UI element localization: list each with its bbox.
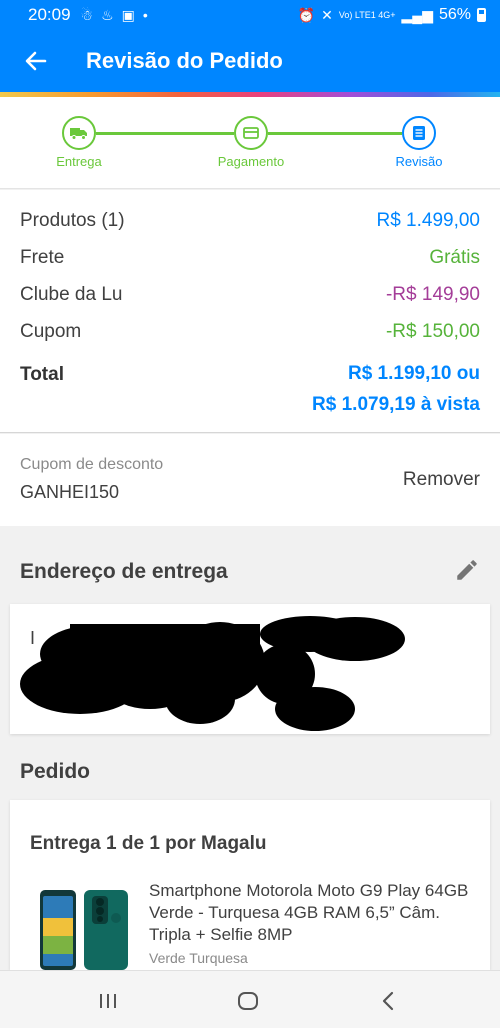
status-time: 20:09 xyxy=(28,5,71,24)
document-icon xyxy=(413,126,425,140)
notification-icon: ♨ xyxy=(101,6,114,23)
remove-coupon-button[interactable]: Remover xyxy=(403,469,480,491)
total-label: Total xyxy=(20,364,64,385)
network-label: Vo) LTE1 4G+ xyxy=(338,10,396,20)
mute-icon: ✕ xyxy=(321,6,333,23)
coupon-value: -R$ 150,00 xyxy=(385,321,480,342)
nav-back-icon[interactable] xyxy=(374,987,402,1015)
address-card[interactable]: I xyxy=(10,604,490,734)
step-review[interactable] xyxy=(402,116,436,150)
shipping-label: Frete xyxy=(20,247,65,268)
status-bar: 20:09 ☃ ♨ ▣ • ⏰ ✕ Vo) LTE1 4G+ ▂▄▆ 56% xyxy=(0,0,500,30)
step-connector xyxy=(96,132,234,135)
step-connector xyxy=(268,132,402,135)
top-bar: 20:09 ☃ ♨ ▣ • ⏰ ✕ Vo) LTE1 4G+ ▂▄▆ 56% R… xyxy=(0,0,500,96)
summary-row-shipping: Frete Grátis xyxy=(20,247,480,284)
club-value: -R$ 149,90 xyxy=(385,284,480,305)
shipping-value: Grátis xyxy=(429,247,480,268)
battery-icon xyxy=(477,8,486,22)
notification-dot-icon: • xyxy=(142,6,148,23)
step-label-delivery: Entrega xyxy=(56,154,102,169)
total-cash: R$ 1.079,19 à vista xyxy=(312,394,480,415)
signal-icon: ▂▄▆ xyxy=(401,6,433,23)
products-label: Produtos (1) xyxy=(20,210,125,231)
pencil-icon[interactable] xyxy=(454,557,480,583)
summary-row-coupon: Cupom -R$ 150,00 xyxy=(20,321,480,358)
step-label-review: Revisão xyxy=(395,154,443,169)
coupon-section: Cupom de desconto GANHEI150 Remover xyxy=(0,434,500,526)
card-icon xyxy=(243,127,259,139)
coupon-label: Cupom xyxy=(20,321,82,342)
alarm-icon: ⏰ xyxy=(297,6,316,23)
truck-icon xyxy=(70,128,87,140)
club-label: Clube da Lu xyxy=(20,284,123,305)
notification-icon: ☃ xyxy=(80,6,94,23)
products-value: R$ 1.499,00 xyxy=(376,210,480,231)
summary-row-products: Produtos (1) R$ 1.499,00 xyxy=(20,210,480,247)
order-section-title: Pedido xyxy=(20,760,91,783)
product-variant: Verde Turquesa xyxy=(149,950,248,966)
notification-icon: ▣ xyxy=(121,6,135,23)
home-icon[interactable] xyxy=(234,987,262,1015)
system-nav-bar xyxy=(0,970,500,1028)
recents-icon[interactable] xyxy=(94,987,122,1015)
order-summary: Produtos (1) R$ 1.499,00 Frete Grátis Cl… xyxy=(0,190,500,433)
back-arrow-icon[interactable] xyxy=(22,47,50,75)
total-value: R$ 1.199,10 ou R$ 1.079,19 à vista xyxy=(312,358,480,420)
summary-row-total: Total R$ 1.199,10 ou R$ 1.079,19 à vista xyxy=(20,363,480,415)
step-payment[interactable] xyxy=(234,116,268,150)
step-label-payment: Pagamento xyxy=(217,154,285,169)
battery-percent: 56% xyxy=(438,6,471,23)
page-title: Revisão do Pedido xyxy=(86,48,283,73)
product-image[interactable] xyxy=(38,888,134,970)
step-delivery[interactable] xyxy=(62,116,96,150)
product-name[interactable]: Smartphone Motorola Moto G9 Play 64GB Ve… xyxy=(149,880,479,946)
status-right: ⏰ ✕ Vo) LTE1 4G+ ▂▄▆ 56% xyxy=(298,6,486,24)
checkout-stepper: Entrega Pagamento Revisão xyxy=(0,97,500,189)
redaction-scribble xyxy=(20,616,405,731)
summary-row-club: Clube da Lu -R$ 149,90 xyxy=(20,284,480,321)
app-bar: Revisão do Pedido xyxy=(0,30,500,92)
order-card: Entrega 1 de 1 por Magalu Smartphone Mot… xyxy=(10,800,490,970)
notification-icons: ☃ ♨ ▣ • xyxy=(81,7,148,24)
total-installment: R$ 1.199,10 ou xyxy=(347,363,480,384)
address-section-title: Endereço de entrega xyxy=(20,560,228,583)
delivery-title: Entrega 1 de 1 por Magalu xyxy=(30,833,267,854)
